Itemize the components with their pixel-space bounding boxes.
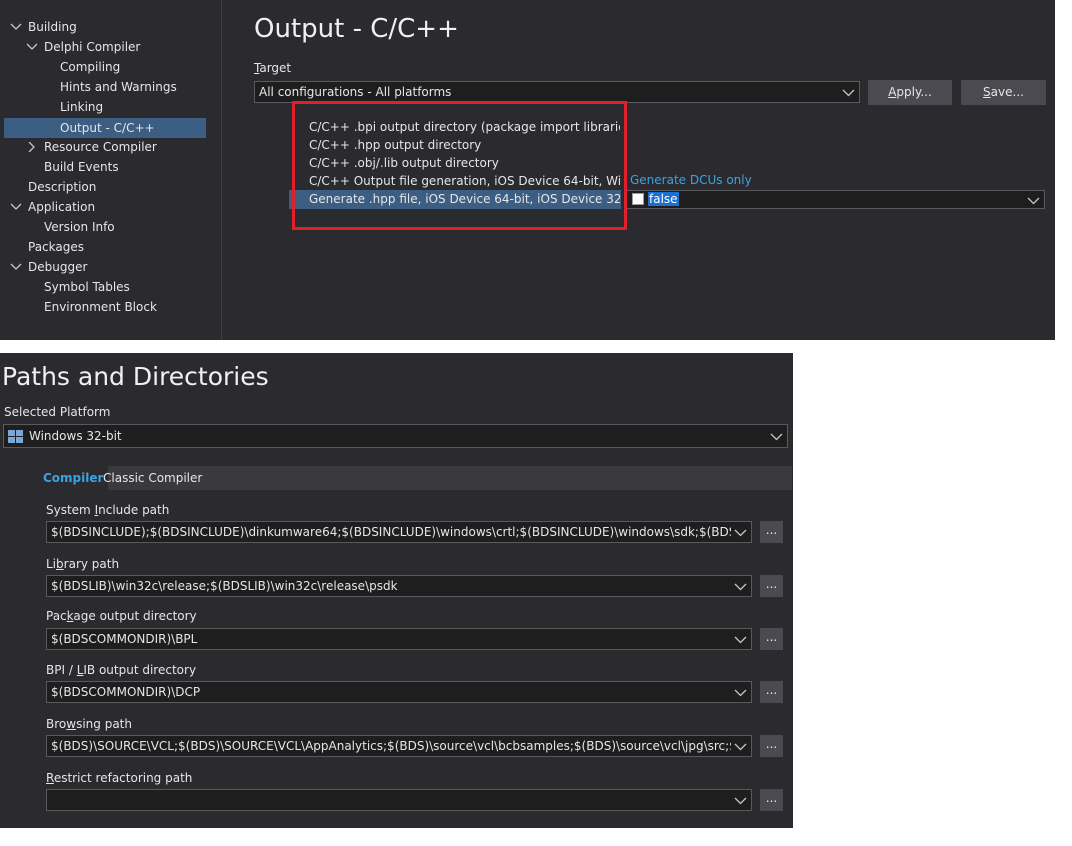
tree-item-label: Debugger [28, 260, 88, 274]
chevron-down-icon[interactable] [734, 795, 747, 809]
tree-item-application[interactable]: Application [10, 197, 96, 217]
selected-platform-label: Selected Platform [4, 405, 111, 419]
restrict-refactoring-path-input[interactable] [46, 789, 752, 811]
chevron-down-icon[interactable] [26, 37, 38, 57]
tree-item-label: Linking [60, 100, 104, 114]
browse-button[interactable]: ... [760, 681, 783, 703]
library-path-label: Library path [46, 557, 120, 571]
tree-item-label: Environment Block [44, 300, 157, 314]
field-value: $(BDSLIB)\win32c\release;$(BDSLIB)\win32… [51, 579, 398, 593]
windows-logo-icon [8, 430, 23, 446]
chevron-down-icon[interactable] [10, 197, 22, 217]
browsing-path-label: Browsing path [46, 717, 132, 731]
browsing-path-input[interactable]: $(BDS)\SOURCE\VCL;$(BDS)\SOURCE\VCL\AppA… [46, 735, 752, 757]
chevron-down-icon[interactable] [770, 431, 783, 445]
tree-item-resource-compiler[interactable]: Resource Compiler [28, 137, 157, 157]
chevron-down-icon[interactable] [734, 687, 747, 701]
tree-item-linking[interactable]: Linking [60, 97, 103, 117]
options-tree: Building Delphi Compiler Compiling Hints… [0, 0, 222, 340]
browse-button[interactable]: ... [760, 789, 783, 811]
field-value: $(BDSCOMMONDIR)\DCP [51, 685, 201, 699]
bpi-lib-output-directory-label: BPI / LIB output directory [46, 663, 197, 677]
tab-classic-compiler[interactable]: Classic Compiler [98, 466, 207, 490]
tree-item-build-events[interactable]: Build Events [44, 157, 119, 177]
chevron-down-icon[interactable] [1027, 195, 1040, 209]
field-value: $(BDSCOMMONDIR)\BPL [51, 632, 198, 646]
paths-title: Paths and Directories [2, 362, 269, 391]
browse-button[interactable]: ... [760, 575, 783, 597]
tree-item-compiling[interactable]: Compiling [60, 57, 120, 77]
field-value: $(BDS)\SOURCE\VCL;$(BDS)\SOURCE\VCL\AppA… [51, 739, 731, 753]
target-select[interactable]: All configurations - All platforms [254, 81, 860, 103]
chevron-down-icon[interactable] [842, 87, 855, 101]
chevron-down-icon[interactable] [734, 634, 747, 648]
chevron-down-icon[interactable] [10, 257, 22, 277]
chevron-down-icon[interactable] [734, 581, 747, 595]
chevron-down-icon[interactable] [10, 17, 22, 37]
save-button[interactable]: Save... [961, 80, 1046, 105]
tree-item-label: Resource Compiler [44, 140, 157, 154]
field-value: $(BDSINCLUDE);$(BDSINCLUDE)\dinkumware64… [51, 525, 731, 539]
tree-item-packages[interactable]: Packages [28, 237, 84, 257]
tree-item-description[interactable]: Description [28, 177, 96, 197]
browse-button[interactable]: ... [760, 628, 783, 650]
target-label: Target [254, 61, 292, 75]
tree-item-label: Description [28, 180, 97, 194]
bpi-lib-output-directory-input[interactable]: $(BDSCOMMONDIR)\DCP [46, 681, 752, 703]
chevron-right-icon[interactable] [26, 137, 38, 157]
tree-item-label: Packages [28, 240, 84, 254]
tree-item-symbol-tables[interactable]: Symbol Tables [44, 277, 130, 297]
browse-button[interactable]: ... [760, 735, 783, 757]
tree-item-label: Build Events [44, 160, 119, 174]
tree-item-output-cpp[interactable]: Output - C/C++ [4, 118, 206, 138]
tree-item-delphi-compiler[interactable]: Delphi Compiler [26, 37, 141, 57]
browse-button[interactable]: ... [760, 521, 783, 543]
chevron-down-icon[interactable] [734, 741, 747, 755]
tree-item-label: Compiling [60, 60, 121, 74]
chevron-down-icon[interactable] [734, 527, 747, 541]
generate-hpp-value[interactable]: false [648, 192, 679, 206]
highlight-annotation-box [292, 101, 627, 230]
tree-item-version-info[interactable]: Version Info [44, 217, 115, 237]
restrict-refactoring-path-label: Restrict refactoring path [46, 771, 193, 785]
tree-item-label: Delphi Compiler [44, 40, 141, 54]
package-output-directory-input[interactable]: $(BDSCOMMONDIR)\BPL [46, 628, 752, 650]
platform-select[interactable]: Windows 32-bit [3, 424, 788, 448]
system-include-path-label: System Include path [46, 503, 170, 517]
tree-item-label: Building [28, 20, 77, 34]
apply-button[interactable]: Apply... [868, 80, 952, 105]
system-include-path-input[interactable]: $(BDSINCLUDE);$(BDSINCLUDE)\dinkumware64… [46, 521, 752, 543]
target-select-value: All configurations - All platforms [259, 85, 452, 99]
tree-item-label: Application [28, 200, 96, 214]
generate-dcus-value[interactable]: Generate DCUs only [630, 173, 752, 187]
tree-item-label: Hints and Warnings [60, 80, 177, 94]
tree-item-building[interactable]: Building [10, 17, 77, 37]
tree-item-environment-block[interactable]: Environment Block [44, 297, 157, 317]
tree-item-debugger[interactable]: Debugger [10, 257, 88, 277]
tree-item-label: Output - C/C++ [60, 121, 155, 135]
generate-hpp-checkbox[interactable] [632, 193, 644, 205]
library-path-input[interactable]: $(BDSLIB)\win32c\release;$(BDSLIB)\win32… [46, 575, 752, 597]
page-title: Output - C/C++ [254, 14, 459, 44]
tree-item-hints-and-warnings[interactable]: Hints and Warnings [60, 77, 177, 97]
tree-item-label: Symbol Tables [44, 280, 130, 294]
generate-hpp-select[interactable] [625, 190, 1045, 209]
tree-item-label: Version Info [44, 220, 115, 234]
package-output-directory-label: Package output directory [46, 609, 197, 623]
platform-select-value: Windows 32-bit [29, 429, 122, 443]
